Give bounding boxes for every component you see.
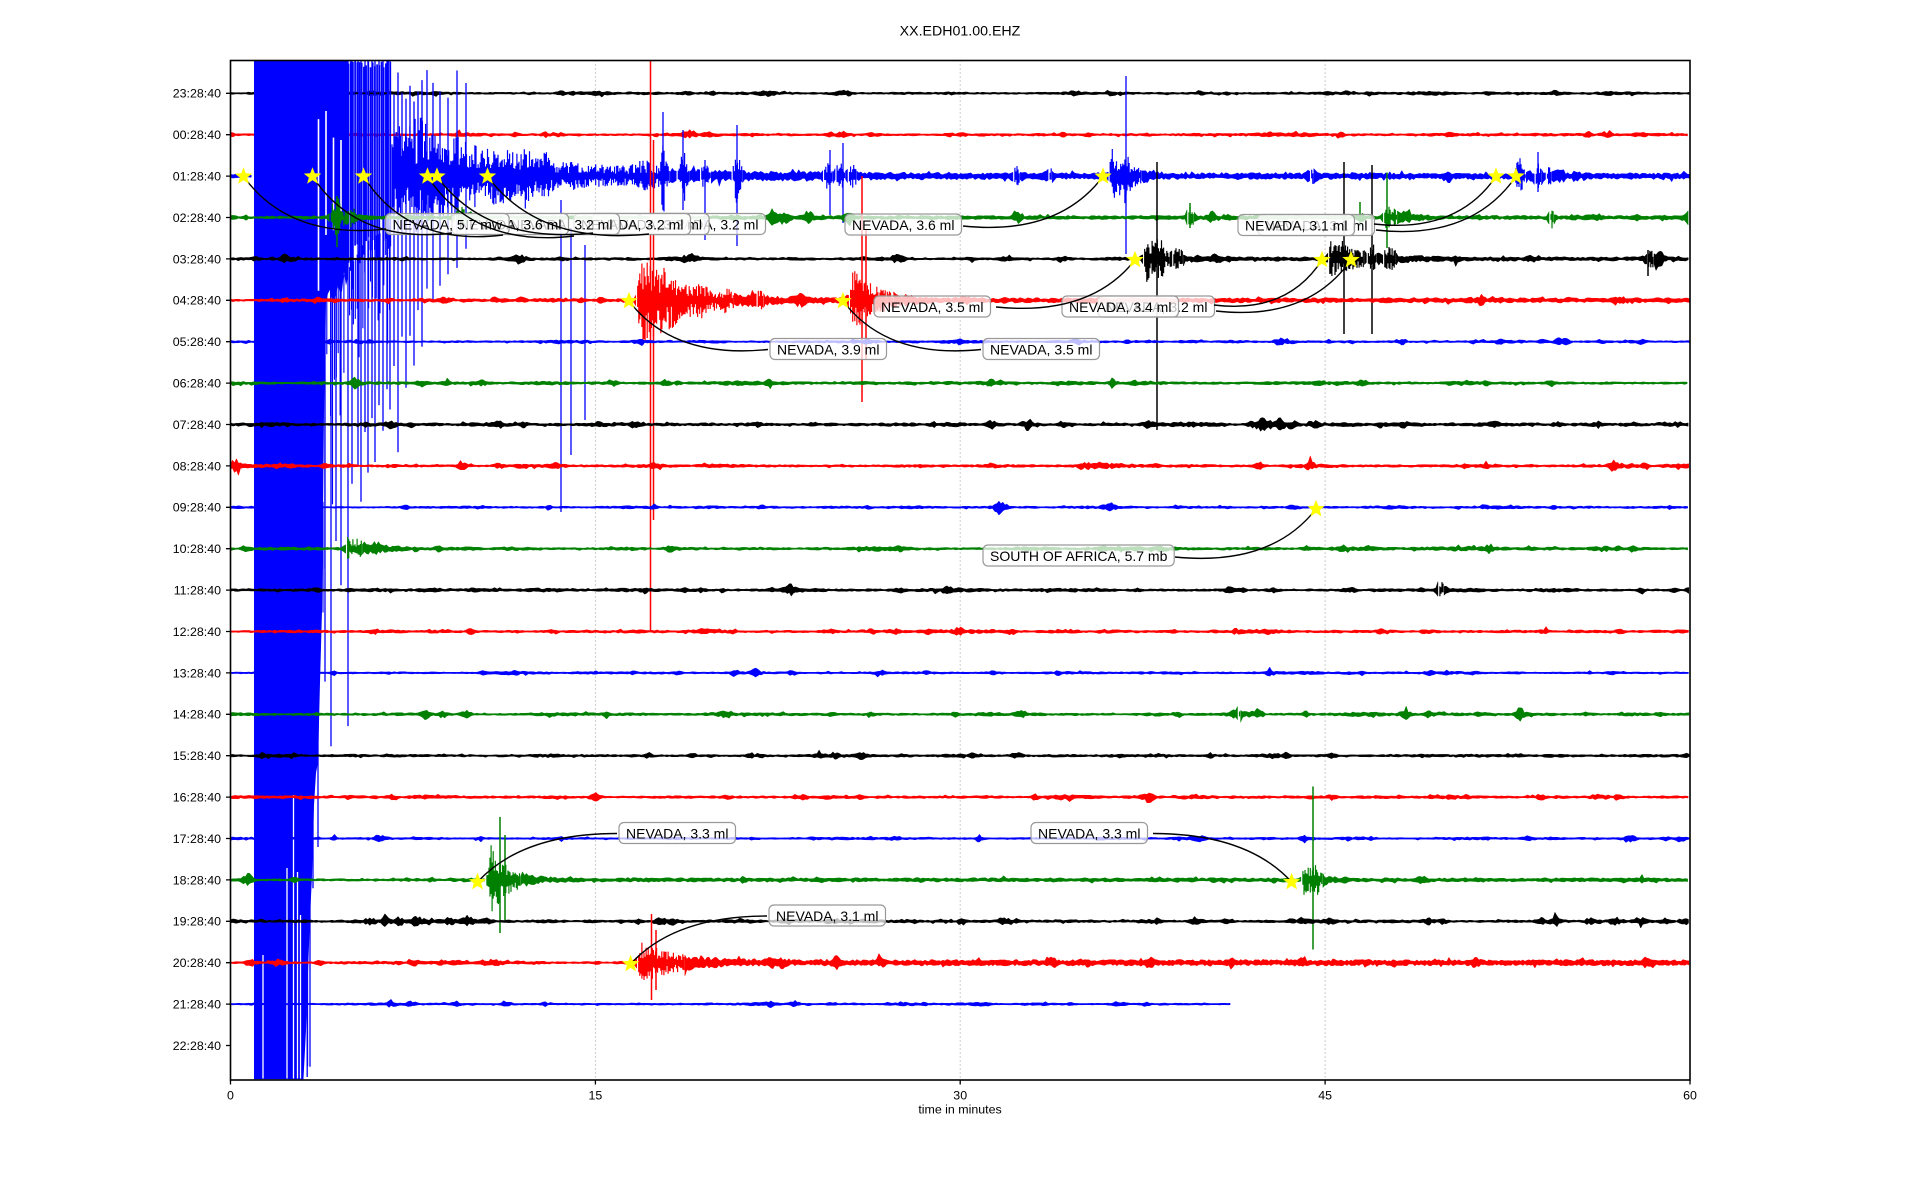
svg-text:NEVADA, 3.1 ml: NEVADA, 3.1 ml [776,908,878,924]
svg-text:23:28:40: 23:28:40 [173,87,221,101]
svg-text:NEVADA, 3.6 ml: NEVADA, 3.6 ml [852,217,954,233]
svg-text:XX.EDH01.00.EHZ: XX.EDH01.00.EHZ [900,23,1021,39]
svg-text:02:28:40: 02:28:40 [173,211,221,225]
svg-text:07:28:40: 07:28:40 [173,418,221,432]
svg-text:NEVADA, 3.5 ml: NEVADA, 3.5 ml [990,342,1092,358]
svg-text:time in minutes: time in minutes [918,1103,1001,1117]
svg-text:04:28:40: 04:28:40 [173,294,221,308]
svg-text:NEVADA, 5.7 mw: NEVADA, 5.7 mw [393,217,503,233]
svg-text:10:28:40: 10:28:40 [173,542,221,556]
svg-text:18:28:40: 18:28:40 [173,873,221,887]
svg-text:14:28:40: 14:28:40 [173,708,221,722]
svg-text:NEVADA, 3.1 ml: NEVADA, 3.1 ml [1245,218,1347,234]
svg-text:05:28:40: 05:28:40 [173,335,221,349]
svg-text:21:28:40: 21:28:40 [173,998,221,1012]
svg-text:0: 0 [227,1089,234,1103]
svg-text:22:28:40: 22:28:40 [173,1039,221,1053]
svg-text:15: 15 [589,1089,603,1103]
svg-text:01:28:40: 01:28:40 [173,170,221,184]
svg-text:00:28:40: 00:28:40 [173,128,221,142]
svg-text:20:28:40: 20:28:40 [173,956,221,970]
svg-text:19:28:40: 19:28:40 [173,915,221,929]
svg-text:09:28:40: 09:28:40 [173,501,221,515]
svg-text:45: 45 [1318,1089,1332,1103]
svg-text:60: 60 [1683,1089,1697,1103]
svg-text:30: 30 [953,1089,967,1103]
svg-text:13:28:40: 13:28:40 [173,666,221,680]
svg-text:NEVADA, 3.4 ml: NEVADA, 3.4 ml [1069,299,1171,315]
svg-text:15:28:40: 15:28:40 [173,749,221,763]
svg-text:12:28:40: 12:28:40 [173,625,221,639]
svg-text:03:28:40: 03:28:40 [173,252,221,266]
svg-text:16:28:40: 16:28:40 [173,791,221,805]
svg-text:NEVADA, 3.3 ml: NEVADA, 3.3 ml [1038,826,1140,842]
svg-text:NEVADA, 3.3 ml: NEVADA, 3.3 ml [626,826,728,842]
svg-text:08:28:40: 08:28:40 [173,459,221,473]
svg-text:11:28:40: 11:28:40 [174,584,221,598]
svg-text:NEVADA, 3.9 ml: NEVADA, 3.9 ml [777,342,879,358]
svg-text:SOUTH OF AFRICA, 5.7 mb: SOUTH OF AFRICA, 5.7 mb [990,548,1168,564]
svg-text:NEVADA, 3.5 ml: NEVADA, 3.5 ml [881,299,983,315]
svg-text:06:28:40: 06:28:40 [173,377,221,391]
svg-text:17:28:40: 17:28:40 [173,832,221,846]
